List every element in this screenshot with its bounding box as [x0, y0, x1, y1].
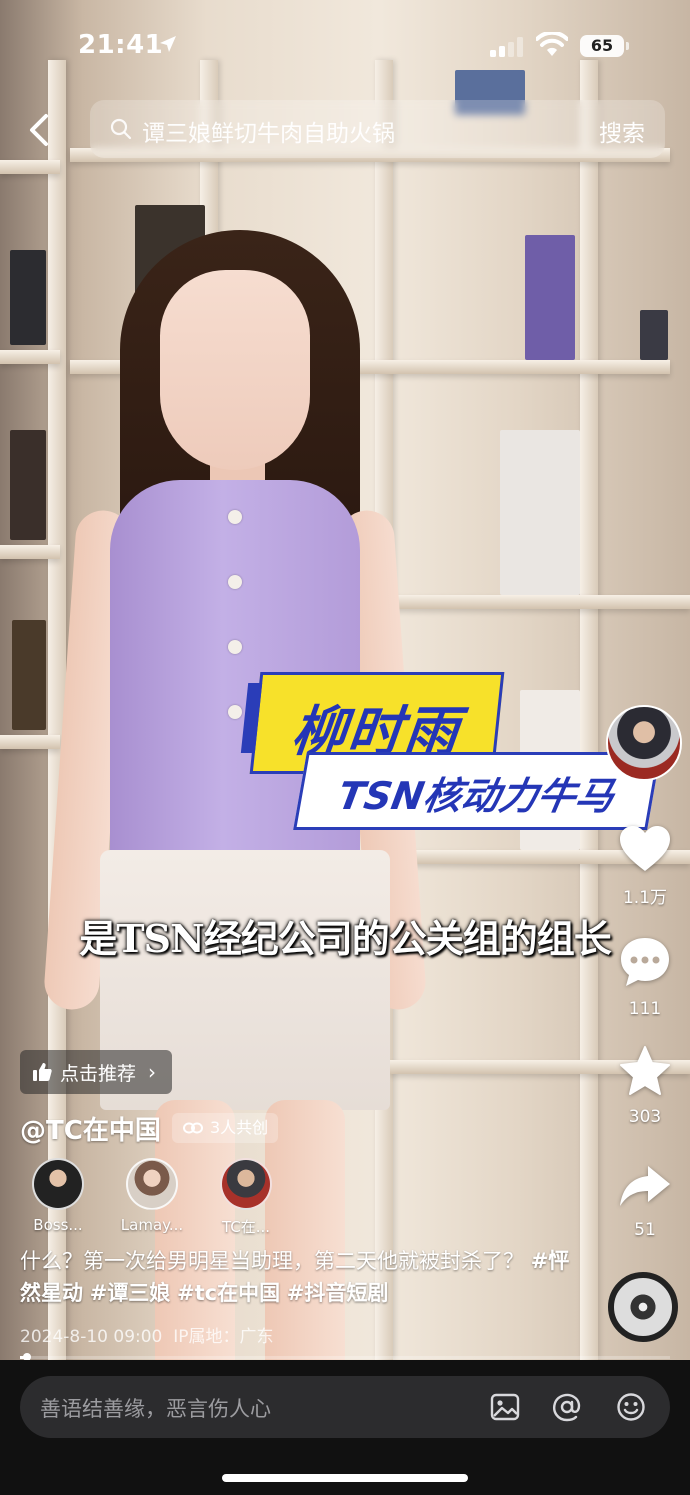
at-mention-icon[interactable] — [552, 1392, 582, 1422]
creator-name: TC在... — [221, 1218, 271, 1236]
top-button — [228, 510, 242, 524]
location-arrow-icon — [160, 36, 176, 52]
creator-name: Lamay... — [120, 1216, 184, 1234]
face — [160, 270, 310, 470]
book — [10, 430, 46, 540]
post-meta: 2024-8-10 09:00 IP属地：广东 — [20, 1322, 273, 1347]
cocreate-badge[interactable]: 3人共创 — [172, 1113, 279, 1143]
share-count: 51 — [634, 1220, 656, 1240]
author-name[interactable]: @TC在中国 — [20, 1110, 161, 1147]
avatar — [220, 1158, 272, 1210]
back-chevron-icon[interactable] — [22, 110, 56, 150]
creator-item[interactable]: Boss... — [20, 1158, 96, 1237]
search-icon — [110, 118, 132, 140]
recommend-label: 点击推荐 — [60, 1062, 137, 1085]
heart-icon — [620, 826, 670, 871]
favorite-button[interactable]: 303 — [605, 1045, 685, 1127]
recommend-button[interactable]: 点击推荐 › — [20, 1050, 173, 1094]
favorite-count: 303 — [628, 1107, 662, 1127]
creator-name: Boss... — [33, 1216, 83, 1234]
shelf-board — [0, 160, 60, 174]
cocreate-label: 3人共创 — [210, 1118, 269, 1137]
cellular-signal-icon — [490, 37, 523, 57]
emoji-icon[interactable] — [616, 1392, 646, 1422]
like-count: 1.1万 — [622, 888, 668, 908]
wifi-icon — [536, 32, 568, 56]
book — [525, 235, 575, 360]
status-bar: 21:41 65 — [0, 0, 690, 90]
post-date: 2024-8-10 09:00 — [20, 1327, 163, 1347]
book — [640, 310, 668, 360]
battery-indicator: 65 — [580, 35, 624, 57]
comment-button[interactable]: 111 — [605, 935, 685, 1019]
avatar — [126, 1158, 178, 1210]
video-description[interactable]: 什么？第一次给男明星当助理，第二天他就被封杀了？ #怦然星动 #谭三娘 #tc在… — [20, 1245, 580, 1309]
creator-list: Boss... Lamay... TC在... — [20, 1158, 284, 1237]
search-button[interactable]: 搜索 — [599, 114, 645, 148]
hashtag[interactable]: #tc在中国 — [177, 1281, 280, 1305]
music-disc[interactable] — [608, 1272, 678, 1342]
book — [500, 430, 580, 595]
video-subtitle: 是TSN经纪公司的公关组的组长 — [79, 916, 611, 961]
book — [10, 250, 46, 345]
character-tag-card: TSN核动力牛马 — [293, 752, 661, 830]
comment-count: 111 — [628, 999, 662, 1019]
shelf-board — [0, 545, 60, 559]
shelf-post — [580, 60, 598, 1360]
chevron-right-icon: › — [148, 1060, 157, 1084]
search-query[interactable]: 谭三娘鲜切牛肉自助火锅 — [142, 114, 395, 148]
search-bar[interactable]: 谭三娘鲜切牛肉自助火锅 搜索 — [90, 100, 665, 158]
shelf-board — [0, 350, 60, 364]
star-icon — [620, 1046, 670, 1095]
share-button[interactable]: 51 — [605, 1162, 685, 1240]
share-arrow-icon — [620, 1166, 670, 1206]
comment-bubble-icon — [621, 938, 669, 986]
top-button — [228, 705, 242, 719]
hashtag[interactable]: #抖音短剧 — [287, 1281, 389, 1305]
image-icon[interactable] — [490, 1392, 520, 1422]
like-button[interactable]: 1.1万 — [605, 825, 685, 908]
shelf-board — [0, 735, 60, 749]
comment-placeholder: 善语结善缘，恶言伤人心 — [40, 1397, 271, 1421]
avatar — [32, 1158, 84, 1210]
description-text: 什么？第一次给男明星当助理，第二天他就被封杀了？ — [20, 1249, 524, 1273]
shelf-board — [390, 595, 690, 609]
author-avatar[interactable] — [606, 705, 682, 781]
status-time: 21:41 — [78, 30, 164, 60]
thumbs-up-icon — [33, 1063, 52, 1081]
creator-item[interactable]: TC在... — [208, 1158, 284, 1237]
top-button — [228, 575, 242, 589]
comment-input[interactable]: 善语结善缘，恶言伤人心 — [20, 1376, 670, 1438]
link-loop-icon — [183, 1122, 203, 1134]
battery-cap — [626, 42, 629, 50]
creator-item[interactable]: Lamay... — [114, 1158, 190, 1237]
ip-location: IP属地：广东 — [173, 1327, 274, 1347]
top-button — [228, 640, 242, 654]
book — [12, 620, 46, 730]
video-progress-bar[interactable] — [20, 1353, 670, 1361]
character-tag: TSN核动力牛马 — [334, 774, 618, 818]
hashtag[interactable]: #谭三娘 — [90, 1281, 171, 1305]
home-indicator[interactable] — [222, 1474, 468, 1482]
